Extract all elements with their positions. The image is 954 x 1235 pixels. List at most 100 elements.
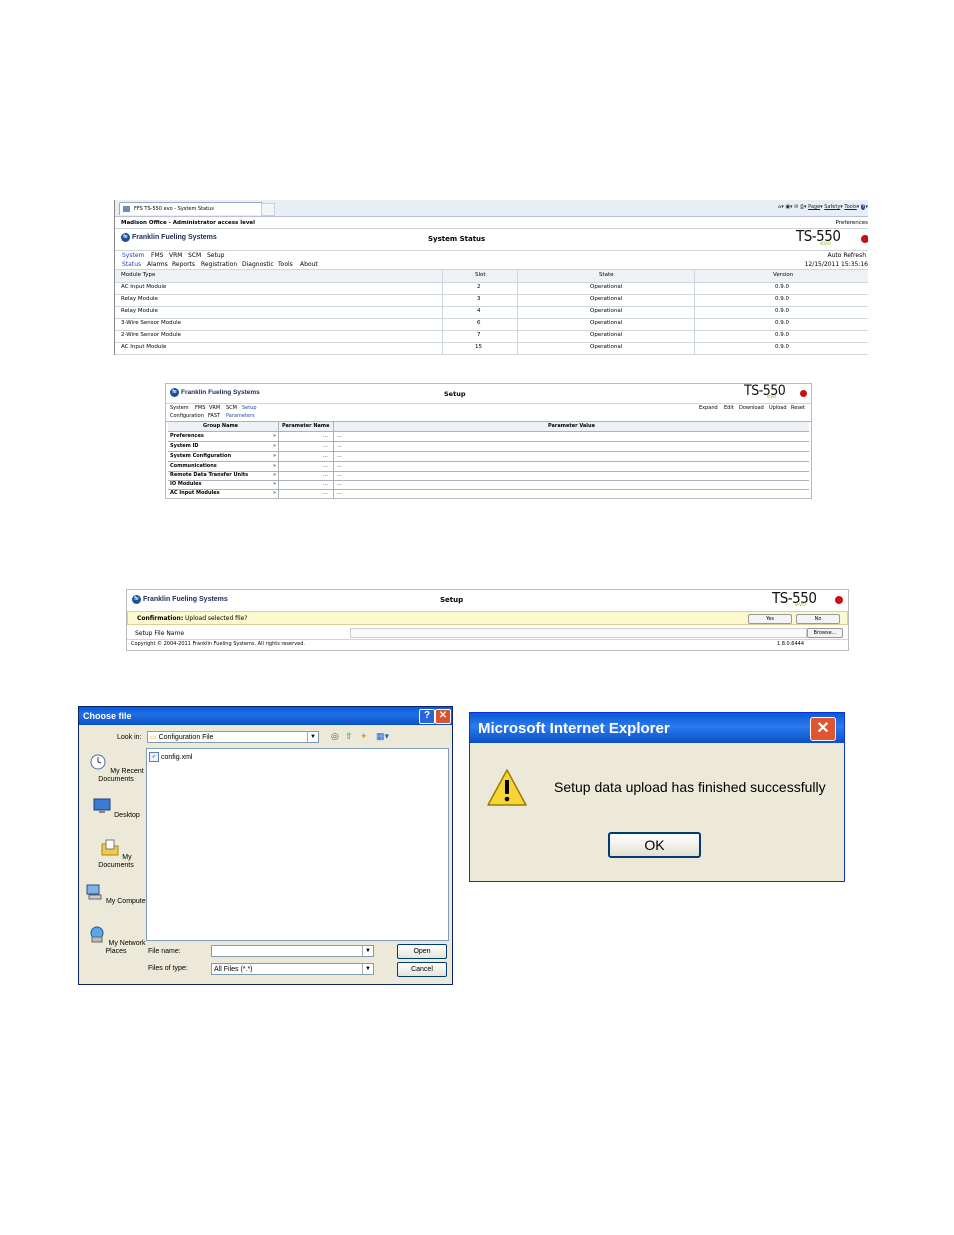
cancel-button[interactable]: Cancel [397,962,447,977]
yes-button[interactable]: Yes [748,614,792,624]
subnav-fast[interactable]: FAST [208,413,220,419]
nav-vrm[interactable]: VRM [209,405,220,411]
ffs-logo: fe Franklin Fueling Systems [132,595,228,604]
close-icon[interactable]: ✕ [810,717,836,741]
parameter-value: ... [337,453,342,459]
cell-module-type: Relay Module [121,308,158,314]
subnav-alarms[interactable]: Alarms [147,261,168,268]
chevron-down-icon: ▼ [362,964,373,974]
parameter-group-row[interactable]: System Configuration » ... ... [168,452,809,462]
place-recent-documents[interactable]: My Recent Documents [82,753,150,784]
download-button[interactable]: Download [739,405,764,411]
subnav-diagnostic[interactable]: Diagnostic [242,261,274,268]
edit-button[interactable]: Edit [724,405,734,411]
subnav-about[interactable]: About [300,261,318,268]
place-label: My Network Places [105,940,146,955]
footer: Copyright © 2004-2011 Franklin Fueling S… [127,640,848,650]
access-bar: Madison Office - Administrator access le… [115,218,868,229]
chevron-down-icon: ▼ [362,946,373,956]
subnav-registration[interactable]: Registration [201,261,237,268]
new-tab-button[interactable] [261,203,275,216]
file-name-label: File name: [148,948,181,955]
back-icon[interactable]: ◎ [331,731,339,742]
ie-command-bar: ⌂▾ ▣▾ ✉ ⎙▾ Page▾ Safety▾ Tools▾ ?▾ [778,204,868,210]
file-row: Setup File Name Browse... [127,627,848,640]
help-icon[interactable]: ? [860,204,866,210]
expand-arrow[interactable]: » [273,481,276,487]
expand-arrow[interactable]: » [273,443,276,449]
nav-fms[interactable]: FMS [195,405,205,411]
nav-system[interactable]: System [122,252,144,259]
expand-arrow[interactable]: » [273,472,276,478]
place-desktop[interactable]: Desktop [82,797,150,820]
parameter-name: ... [323,490,328,496]
nav-scm[interactable]: SCM [226,405,237,411]
file-name-input[interactable] [350,628,807,638]
ok-button[interactable]: OK [608,832,701,858]
nav-vrm[interactable]: VRM [169,252,182,259]
dialog-title-bar: Choose file ? ✕ [79,707,452,725]
nav-system[interactable]: System [170,405,189,411]
parameter-group-row[interactable]: AC Input Modules » ... ... [168,489,809,498]
feeds-icon[interactable]: ▣▾ [785,204,792,210]
alert-title-bar: Microsoft Internet Explorer ✕ [470,713,844,743]
expand-arrow[interactable]: » [273,463,276,469]
preferences-link[interactable]: Preferences [836,220,868,226]
close-icon[interactable]: ✕ [435,709,451,724]
version-text: 1.8.0.6444 [777,641,805,647]
tools-menu[interactable]: Tools [844,204,856,210]
reset-button[interactable]: Reset [791,405,805,411]
subnav-reports[interactable]: Reports [172,261,195,268]
expand-arrow[interactable]: » [273,433,276,439]
subnav-tools[interactable]: Tools [278,261,293,268]
parameter-group-row[interactable]: System ID » ... ... [168,442,809,452]
parameter-value: ... [337,443,342,449]
cell-state: Operational [590,332,623,338]
subnav-configuration[interactable]: Configuration [170,413,204,419]
place-my-documents[interactable]: My Documents [82,839,150,870]
file-list[interactable]: ✓ config.xml [146,748,449,941]
cell-module-type: AC Input Module [121,344,167,350]
file-type-dropdown[interactable]: All Files (*.*) ▼ [211,963,374,975]
ffs-logo: fe Franklin Fueling Systems [170,388,260,397]
view-menu-icon[interactable]: ▦▾ [376,731,389,742]
file-name-input[interactable]: ▼ [211,945,374,957]
home-icon[interactable]: ⌂▾ [778,204,784,210]
help-icon[interactable]: ? [419,709,435,724]
module-table: Module Type Slot State Version AC Input … [115,270,868,355]
access-level-text: Madison Office - Administrator access le… [121,220,256,226]
header: fe Franklin Fueling Systems Setup TS-550… [127,590,848,610]
browse-button[interactable]: Browse... [807,628,843,638]
browser-tab[interactable]: FFS TS-550 evo - System Status [119,202,263,215]
subnav-parameters[interactable]: Parameters [226,413,255,419]
page-menu[interactable]: Page [808,204,820,210]
parameter-group-row[interactable]: Preferences » ... ... [168,432,809,442]
upload-button[interactable]: Upload [769,405,787,411]
print-icon[interactable]: ⎙▾ [800,204,807,210]
parameter-name: ... [323,453,328,459]
nav-fms[interactable]: FMS [151,252,163,259]
new-folder-icon[interactable]: ✦ [360,731,368,742]
table-row[interactable]: AC Input Module 15 Operational 0.9.0 [115,342,868,355]
alert-message: Setup data upload has finished successfu… [554,779,826,795]
open-button[interactable]: Open [397,944,447,959]
confirmation-label: Confirmation: [137,615,184,622]
expand-arrow[interactable]: » [273,490,276,496]
place-my-computer[interactable]: My Computer [82,883,150,906]
nav-setup[interactable]: Setup [207,252,224,259]
nav-scm[interactable]: SCM [188,252,201,259]
recent-documents-icon [90,754,106,770]
look-in-label: Look in: [117,734,142,741]
no-button[interactable]: No [796,614,840,624]
expand-arrow[interactable]: » [273,453,276,459]
look-in-dropdown[interactable]: ▭ Configuration File ▼ [147,731,319,743]
expand-button[interactable]: Expand [699,405,718,411]
nav-setup[interactable]: Setup [242,405,257,411]
subnav-status[interactable]: Status [122,261,141,268]
file-item[interactable]: ✓ config.xml [149,752,192,762]
up-folder-icon[interactable]: ⇧ [345,731,353,742]
mail-icon[interactable]: ✉ [794,204,798,210]
place-my-network[interactable]: My Network Places [82,925,150,956]
safety-menu[interactable]: Safety [824,204,840,210]
auto-refresh-toggle[interactable]: Auto Refresh [828,252,867,259]
